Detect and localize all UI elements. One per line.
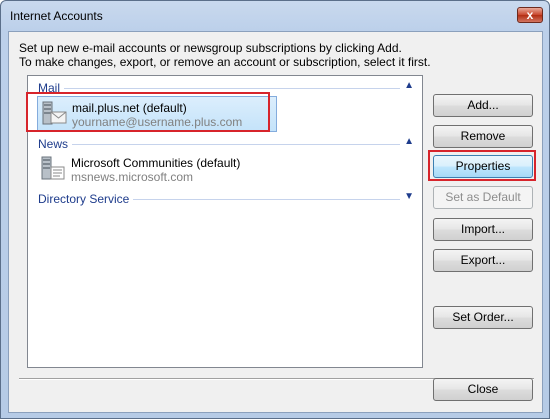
instructions-text: Set up new e-mail accounts or newsgroup …	[19, 41, 431, 69]
group-header-directory-service[interactable]: Directory Service ▼	[38, 191, 416, 207]
group-divider	[38, 88, 400, 89]
accounts-list[interactable]: Mail ▲ mail.plus.net (default) yourname@…	[27, 75, 423, 368]
group-header-news[interactable]: News ▲	[38, 136, 416, 152]
properties-button[interactable]: Properties	[433, 155, 533, 178]
instructions-line-1: Set up new e-mail accounts or newsgroup …	[19, 41, 402, 55]
account-address: msnews.microsoft.com	[71, 170, 194, 184]
set-order-button[interactable]: Set Order...	[433, 306, 533, 329]
chevron-up-icon[interactable]: ▲	[404, 80, 414, 91]
group-label-directory-service: Directory Service	[38, 192, 134, 206]
export-button[interactable]: Export...	[433, 249, 533, 272]
mail-server-icon	[42, 101, 67, 125]
close-window-icon[interactable]: x	[517, 7, 543, 23]
group-divider	[38, 144, 400, 145]
close-button[interactable]: Close	[433, 378, 533, 401]
chevron-up-icon[interactable]: ▲	[404, 136, 414, 147]
account-address: yourname@username.plus.com	[72, 115, 243, 129]
set-as-default-button: Set as Default	[433, 186, 533, 209]
remove-button[interactable]: Remove	[433, 125, 533, 148]
group-header-mail[interactable]: Mail ▲	[38, 80, 416, 96]
instructions-line-2: To make changes, export, or remove an ac…	[19, 55, 431, 69]
add-button[interactable]: Add...	[433, 94, 533, 117]
internet-accounts-window: Internet Accounts x Set up new e-mail ac…	[0, 0, 550, 419]
group-label-news: News	[38, 137, 73, 151]
account-item-mail[interactable]: mail.plus.net (default) yourname@usernam…	[37, 96, 277, 132]
group-label-mail: Mail	[38, 81, 65, 95]
title-bar[interactable]: Internet Accounts x	[1, 1, 549, 31]
chevron-down-icon[interactable]: ▼	[404, 191, 414, 202]
news-server-icon	[41, 156, 65, 180]
dialog-body: Set up new e-mail accounts or newsgroup …	[8, 31, 543, 413]
window-title: Internet Accounts	[10, 9, 103, 23]
account-name: Microsoft Communities (default)	[71, 156, 241, 170]
account-item-news[interactable]: Microsoft Communities (default) msnews.m…	[37, 152, 277, 188]
import-button[interactable]: Import...	[433, 218, 533, 241]
account-name: mail.plus.net (default)	[72, 101, 187, 115]
